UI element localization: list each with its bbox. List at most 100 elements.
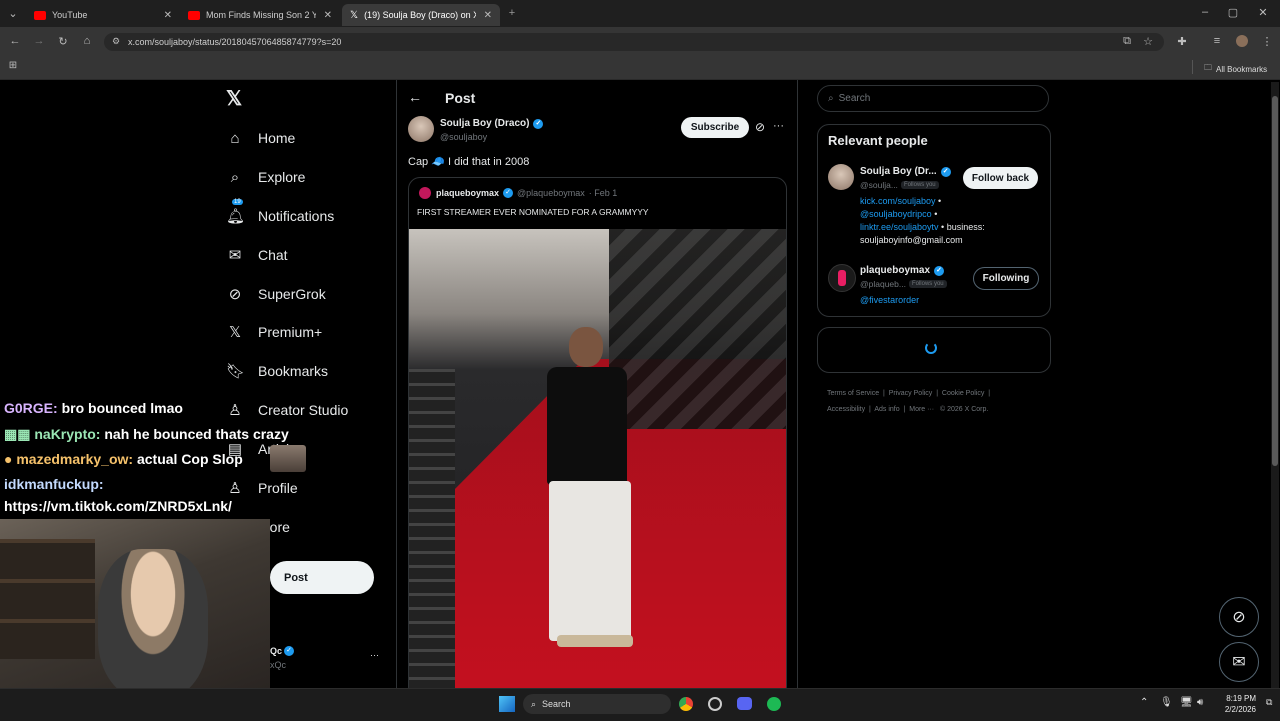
windows-start-icon[interactable] — [499, 696, 515, 712]
post-image[interactable] — [409, 229, 786, 698]
x-icon: 𝕏 — [350, 9, 359, 21]
close-tab-icon[interactable]: ✕ — [324, 10, 332, 21]
verified-icon: ✓ — [934, 265, 945, 276]
subscribe-button[interactable]: Subscribe — [681, 117, 749, 138]
profile-avatar[interactable] — [1236, 35, 1248, 47]
footer-link[interactable]: Accessibility — [827, 406, 865, 413]
avatar[interactable] — [828, 264, 856, 292]
bio-link[interactable]: @souljaboydripco — [860, 209, 932, 219]
network-icon[interactable]: 🖥︎ — [1180, 697, 1193, 708]
home-browser-icon[interactable]: ⌂ — [80, 35, 94, 47]
forward-icon[interactable]: → — [32, 35, 46, 47]
back-arrow-icon[interactable]: ← — [408, 89, 422, 105]
nav-profile[interactable]: ♙ Profile — [226, 474, 297, 502]
tab-x-post[interactable]: 𝕏 (19) Soulja Boy (Draco) on X: "C ✕ — [342, 4, 500, 26]
follow-back-button[interactable]: Follow back — [963, 167, 1038, 189]
nav-chat[interactable]: ✉ Chat — [226, 241, 288, 269]
minimize-icon[interactable]: – — [1198, 6, 1212, 18]
x-logo-icon[interactable]: 𝕏 — [226, 86, 242, 111]
clock-date: 2/2/2026 — [1224, 705, 1256, 714]
tab-mom-finds[interactable]: Mom Finds Missing Son 2 Y ✕ — [180, 4, 340, 26]
maximize-icon[interactable]: ▢ — [1226, 6, 1240, 19]
more-dots-icon[interactable]: ··· — [773, 120, 784, 132]
divider — [1192, 60, 1193, 74]
microphone-icon[interactable]: 🎙︎ — [1160, 697, 1173, 708]
post-text: Cap 🧢 I did that in 2008 — [408, 156, 530, 168]
volume-icon[interactable]: 🔊︎ — [1197, 697, 1203, 708]
footer-link[interactable]: More ··· — [909, 406, 934, 413]
grok-fab-icon[interactable]: ⊘ — [1219, 597, 1259, 637]
person-shirt — [547, 367, 627, 485]
account-switcher[interactable]: Qc ✓ xQc ··· — [270, 644, 382, 672]
bio-link[interactable]: linktr.ee/souljaboytv — [860, 222, 939, 232]
more-dots-icon[interactable]: ··· — [370, 650, 379, 660]
scrollbar-thumb[interactable] — [1272, 96, 1278, 466]
post-compose-button[interactable]: Post — [270, 561, 374, 594]
apps-grid-icon[interactable]: ⊞ — [6, 60, 20, 71]
tab-search-icon[interactable]: ⌄ — [6, 7, 20, 20]
reload-icon[interactable]: ↻ — [56, 35, 70, 48]
quote-author: plaqueboymax ✓ @plaqueboymax · Feb 1 — [436, 188, 617, 198]
person-name[interactable]: Soulja Boy (Dr... ✓ — [860, 166, 951, 177]
install-app-icon[interactable]: ⧉ — [1120, 35, 1134, 48]
close-tab-icon[interactable]: ✕ — [484, 10, 492, 21]
close-window-icon[interactable]: ✕ — [1256, 6, 1270, 19]
person-name[interactable]: plaqueboymax ✓ — [860, 265, 945, 276]
author-name[interactable]: Soulja Boy (Draco) ✓ — [440, 118, 544, 129]
menu-icon[interactable]: ⋮ — [1260, 35, 1274, 48]
youtube-icon — [188, 10, 200, 20]
bio-link[interactable]: @fivestarorder — [860, 295, 919, 305]
loading-spinner-icon — [925, 342, 937, 354]
site-info-icon[interactable]: ⚙ — [112, 36, 120, 47]
nav-supergrok[interactable]: ⊘ SuperGrok — [226, 280, 326, 308]
nav-creator-studio[interactable]: ♙ Creator Studio — [226, 396, 348, 424]
nav-explore[interactable]: ⌕ Explore — [226, 163, 306, 191]
tray-chevron-icon[interactable]: ⌃ — [1140, 697, 1148, 708]
avatar[interactable] — [828, 164, 854, 190]
quoted-post[interactable]: plaqueboymax ✓ @plaqueboymax · Feb 1 FIR… — [408, 177, 787, 699]
address-bar[interactable]: ⚙ x.com/souljaboy/status/201804570648587… — [104, 33, 1164, 51]
avatar-figure — [838, 270, 846, 286]
nav-notifications[interactable]: 🔔︎ 19 Notifications — [226, 199, 334, 230]
footer-link[interactable]: Cookie Policy — [942, 390, 984, 397]
bio-link[interactable]: kick.com/souljaboy — [860, 196, 936, 206]
search-icon: ⌕ — [230, 168, 240, 186]
chat-username: G0RGE: — [4, 400, 58, 416]
following-button[interactable]: Following — [973, 267, 1039, 290]
extensions-icon[interactable]: ✚ — [1175, 35, 1189, 48]
stairs — [409, 369, 455, 698]
nav-premium-label: Premium+ — [258, 324, 323, 340]
taskbar-search[interactable]: ⌕ Search — [523, 694, 671, 714]
tab-youtube[interactable]: YouTube ✕ — [26, 4, 180, 26]
author-avatar[interactable] — [408, 116, 434, 142]
tab-title: Mom Finds Missing Son 2 Y — [206, 10, 316, 20]
nav-premium[interactable]: 𝕏 Premium+ — [226, 318, 322, 346]
chrome-icon[interactable] — [679, 697, 693, 711]
nav-bookmarks[interactable]: 🔖︎ Bookmarks — [226, 357, 328, 385]
chat-line: ▦▦ naKrypto: nah he bounced thats crazy — [4, 426, 289, 443]
footer-link[interactable]: Ads info — [874, 406, 899, 413]
search-input[interactable]: ⌕ Search — [817, 85, 1049, 112]
messages-fab-icon[interactable]: ✉ — [1219, 642, 1259, 682]
close-tab-icon[interactable]: ✕ — [164, 10, 172, 21]
grok-icon[interactable]: ⊘ — [755, 120, 765, 134]
post-compose-label: Post — [284, 571, 308, 584]
new-tab-icon[interactable]: + — [505, 7, 519, 19]
author-handle[interactable]: @souljaboy — [440, 132, 487, 142]
spotify-icon[interactable] — [767, 697, 781, 711]
obs-icon[interactable] — [708, 697, 722, 711]
folder-icon: 🗀 — [1204, 63, 1212, 72]
nav-home[interactable]: ⌂ Home — [226, 124, 295, 152]
notification-center-icon[interactable]: ⧉ — [1266, 697, 1272, 708]
footer-link[interactable]: Terms of Service — [827, 390, 879, 397]
webcam-overlay — [0, 519, 270, 688]
footer-link[interactable]: Privacy Policy — [889, 390, 933, 397]
all-bookmarks[interactable]: 🗀 All Bookmarks — [1204, 62, 1267, 76]
bell-icon: 🔔︎ 19 — [226, 199, 246, 225]
search-icon: ⌕ — [828, 93, 834, 104]
media-controls-icon[interactable]: ≡ — [1210, 35, 1224, 47]
discord-icon[interactable] — [737, 697, 752, 710]
back-icon[interactable]: ← — [8, 35, 22, 47]
bookmark-star-icon[interactable]: ☆ — [1141, 35, 1155, 48]
clock[interactable]: 8:19 PM 2/2/2026 — [1212, 693, 1256, 715]
